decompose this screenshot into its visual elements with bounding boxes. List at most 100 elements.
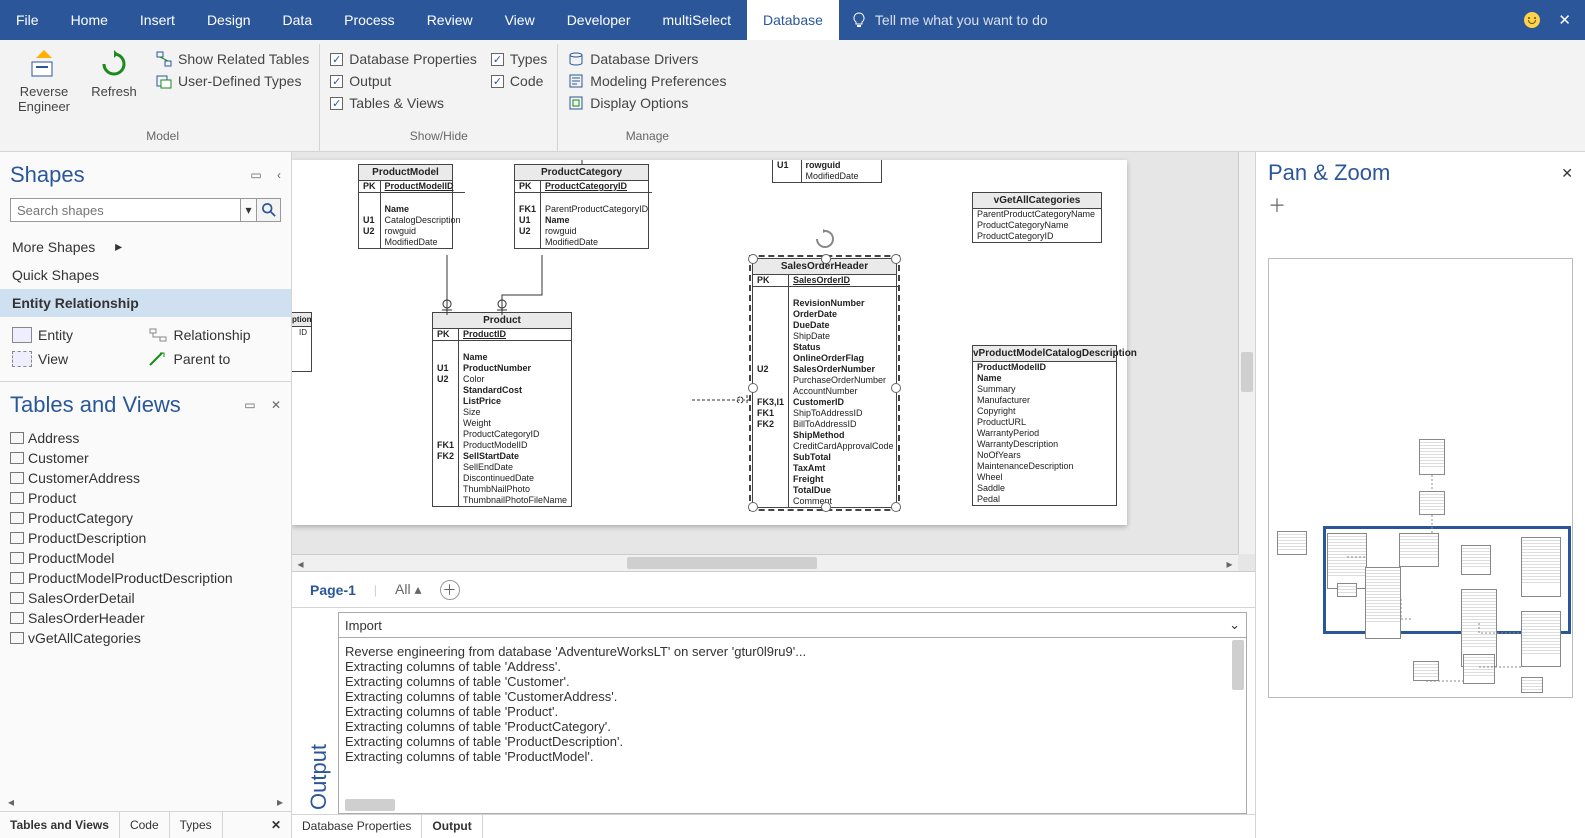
quick-shapes-row[interactable]: Quick Shapes — [0, 261, 291, 289]
lp-close-icon[interactable]: ✕ — [261, 812, 291, 838]
entity-salesorderheader[interactable]: SalesOrderHeaderPKSalesOrderID RevisionN… — [752, 258, 897, 508]
output-selector[interactable]: Import ⌄ — [338, 612, 1247, 638]
table-item-productdescription[interactable]: ProductDescription — [0, 528, 291, 548]
menu-tab-insert[interactable]: Insert — [124, 0, 191, 40]
left-panel: Shapes ▭ ‹ ▾ More Shapes ▸ Quick Shapes … — [0, 152, 292, 838]
entity-partial-left[interactable]: ptionID — [292, 312, 312, 372]
tv-dock-icon[interactable]: ▭ — [244, 398, 255, 412]
drawing-page[interactable]: ptionID ProductModelPKProductModelID Name… — [292, 160, 1127, 525]
rotate-handle-icon[interactable] — [813, 227, 837, 251]
canvas-hscroll[interactable]: ◂ ▸ — [292, 554, 1238, 571]
manage-display-options[interactable]: Display Options — [568, 94, 726, 112]
shapes-collapse-icon[interactable]: ‹ — [277, 168, 281, 182]
table-icon — [10, 432, 24, 444]
menu-tab-multiselect[interactable]: multiSelect — [647, 0, 747, 40]
output-hscroll-thumb[interactable] — [345, 799, 395, 811]
pan-zoom-canvas[interactable] — [1268, 258, 1573, 698]
search-shapes-input[interactable] — [10, 198, 241, 222]
tv-close-icon[interactable]: ✕ — [271, 398, 281, 412]
refresh-label: Refresh — [91, 84, 137, 99]
menu-tab-database[interactable]: Database — [747, 0, 839, 40]
manage-database-drivers[interactable]: Database Drivers — [568, 50, 726, 68]
pan-zoom-add-icon[interactable]: ＋ — [1268, 192, 1573, 218]
menu-tab-home[interactable]: Home — [55, 0, 124, 40]
reverse-engineer-button[interactable]: Reverse Engineer — [16, 44, 72, 125]
stencil-view[interactable]: View — [12, 351, 144, 367]
menu-tab-review[interactable]: Review — [411, 0, 489, 40]
menu-tab-process[interactable]: Process — [328, 0, 411, 40]
toggle-database-properties[interactable]: Database Properties — [330, 50, 477, 68]
pz-mini-entity — [1461, 545, 1491, 575]
menu-tab-developer[interactable]: Developer — [551, 0, 647, 40]
toggle-output[interactable]: Output — [330, 72, 477, 90]
canvas-vscroll[interactable] — [1238, 152, 1255, 554]
checkbox-icon — [330, 97, 343, 110]
output-log[interactable]: Reverse engineering from database 'Adven… — [338, 638, 1247, 814]
search-dropdown-icon[interactable]: ▾ — [241, 198, 257, 222]
hscroll-right-icon[interactable]: ▸ — [1221, 555, 1238, 572]
pages-bar: Page-1 | All ▴ ＋ — [292, 572, 1255, 608]
toggle-types[interactable]: Types — [491, 50, 547, 68]
shapes-title: Shapes — [10, 162, 85, 188]
shapes-dock-icon[interactable]: ▭ — [250, 168, 261, 182]
reverse-engineer-icon — [28, 48, 60, 80]
entity-product[interactable]: ProductPKProductID NameU1ProductNumberU2… — [432, 312, 572, 507]
bottom-tab-output[interactable]: Output — [422, 815, 482, 838]
output-vscroll-thumb[interactable] — [1232, 640, 1244, 690]
stencil-entity[interactable]: Entity — [12, 327, 144, 343]
entity-productmodel[interactable]: ProductModelPKProductModelID NameU1Catal… — [358, 164, 453, 249]
refresh-button[interactable]: Refresh — [86, 44, 142, 125]
toggle-tables-views[interactable]: Tables & Views — [330, 94, 477, 112]
stencil-entity-relationship[interactable]: Entity Relationship — [0, 289, 291, 317]
close-icon[interactable]: ✕ — [1558, 11, 1571, 29]
menu-tab-file[interactable]: File — [0, 0, 55, 40]
table-item-salesorderheader[interactable]: SalesOrderHeader — [0, 608, 291, 628]
lp-tab-types[interactable]: Types — [170, 812, 223, 838]
tv-scroll-left-icon[interactable]: ◂ — [8, 795, 14, 809]
pz-mini-entity — [1419, 491, 1445, 515]
pages-all[interactable]: All ▴ — [395, 581, 421, 598]
feedback-icon[interactable] — [1524, 12, 1540, 28]
table-icon — [10, 472, 24, 484]
stencil-relationship[interactable]: Relationship — [148, 327, 280, 343]
page-tab[interactable]: Page-1 — [310, 582, 356, 598]
entity-productcategory[interactable]: ProductCategoryPKProductCategoryID FK1Pa… — [514, 164, 649, 249]
manage-modeling-preferences[interactable]: Modeling Preferences — [568, 72, 726, 90]
table-item-salesorderdetail[interactable]: SalesOrderDetail — [0, 588, 291, 608]
ribbon: Reverse Engineer Refresh Show Related Ta… — [0, 40, 1585, 152]
entity-partial-top[interactable]: U1rowguidModifiedDate — [772, 160, 882, 183]
pan-zoom-close-icon[interactable]: ✕ — [1561, 165, 1573, 182]
tv-scroll-right-icon[interactable]: ▸ — [277, 795, 283, 809]
table-item-productcategory[interactable]: ProductCategory — [0, 508, 291, 528]
menu-tab-design[interactable]: Design — [191, 0, 267, 40]
table-item-vgetallcategories[interactable]: vGetAllCategories — [0, 628, 291, 648]
show-related-tables-button[interactable]: Show Related Tables — [156, 50, 309, 68]
canvas[interactable]: ptionID ProductModelPKProductModelID Name… — [292, 152, 1255, 572]
table-item-product[interactable]: Product — [0, 488, 291, 508]
menubar: FileHomeInsertDesignDataProcessReviewVie… — [0, 0, 1585, 40]
entity-vproductmodelcatalogdescription[interactable]: vProductModelCatalogDescriptionProductMo… — [972, 345, 1117, 506]
ribbon-group-model: Reverse Engineer Refresh Show Related Ta… — [6, 44, 320, 151]
search-button[interactable] — [257, 198, 281, 222]
tell-me-box[interactable]: Tell me what you want to do — [839, 0, 1511, 40]
table-item-productmodel[interactable]: ProductModel — [0, 548, 291, 568]
lp-tab-tables-and-views[interactable]: Tables and Views — [0, 812, 120, 838]
stencil-parent-to[interactable]: Parent to — [148, 351, 280, 367]
table-item-productmodelproductdescription[interactable]: ProductModelProductDescription — [0, 568, 291, 588]
entity-title: vProductModelCatalogDescription — [973, 346, 1116, 362]
table-item-customer[interactable]: Customer — [0, 448, 291, 468]
menu-tab-data[interactable]: Data — [267, 0, 329, 40]
toggle-code[interactable]: Code — [491, 72, 547, 90]
udt-icon — [156, 73, 172, 89]
table-item-address[interactable]: Address — [0, 428, 291, 448]
bottom-tab-database-properties[interactable]: Database Properties — [292, 815, 422, 838]
menu-tab-view[interactable]: View — [489, 0, 551, 40]
hscroll-left-icon[interactable]: ◂ — [292, 555, 309, 572]
lp-tab-code[interactable]: Code — [120, 812, 170, 838]
more-shapes-row[interactable]: More Shapes ▸ — [0, 232, 291, 261]
table-item-customeraddress[interactable]: CustomerAddress — [0, 468, 291, 488]
pz-mini-entity — [1521, 611, 1561, 667]
add-page-button[interactable]: ＋ — [440, 580, 460, 600]
entity-vgetallcategories[interactable]: vGetAllCategoriesParentProductCategoryNa… — [972, 192, 1102, 243]
user-defined-types-button[interactable]: User-Defined Types — [156, 72, 309, 90]
